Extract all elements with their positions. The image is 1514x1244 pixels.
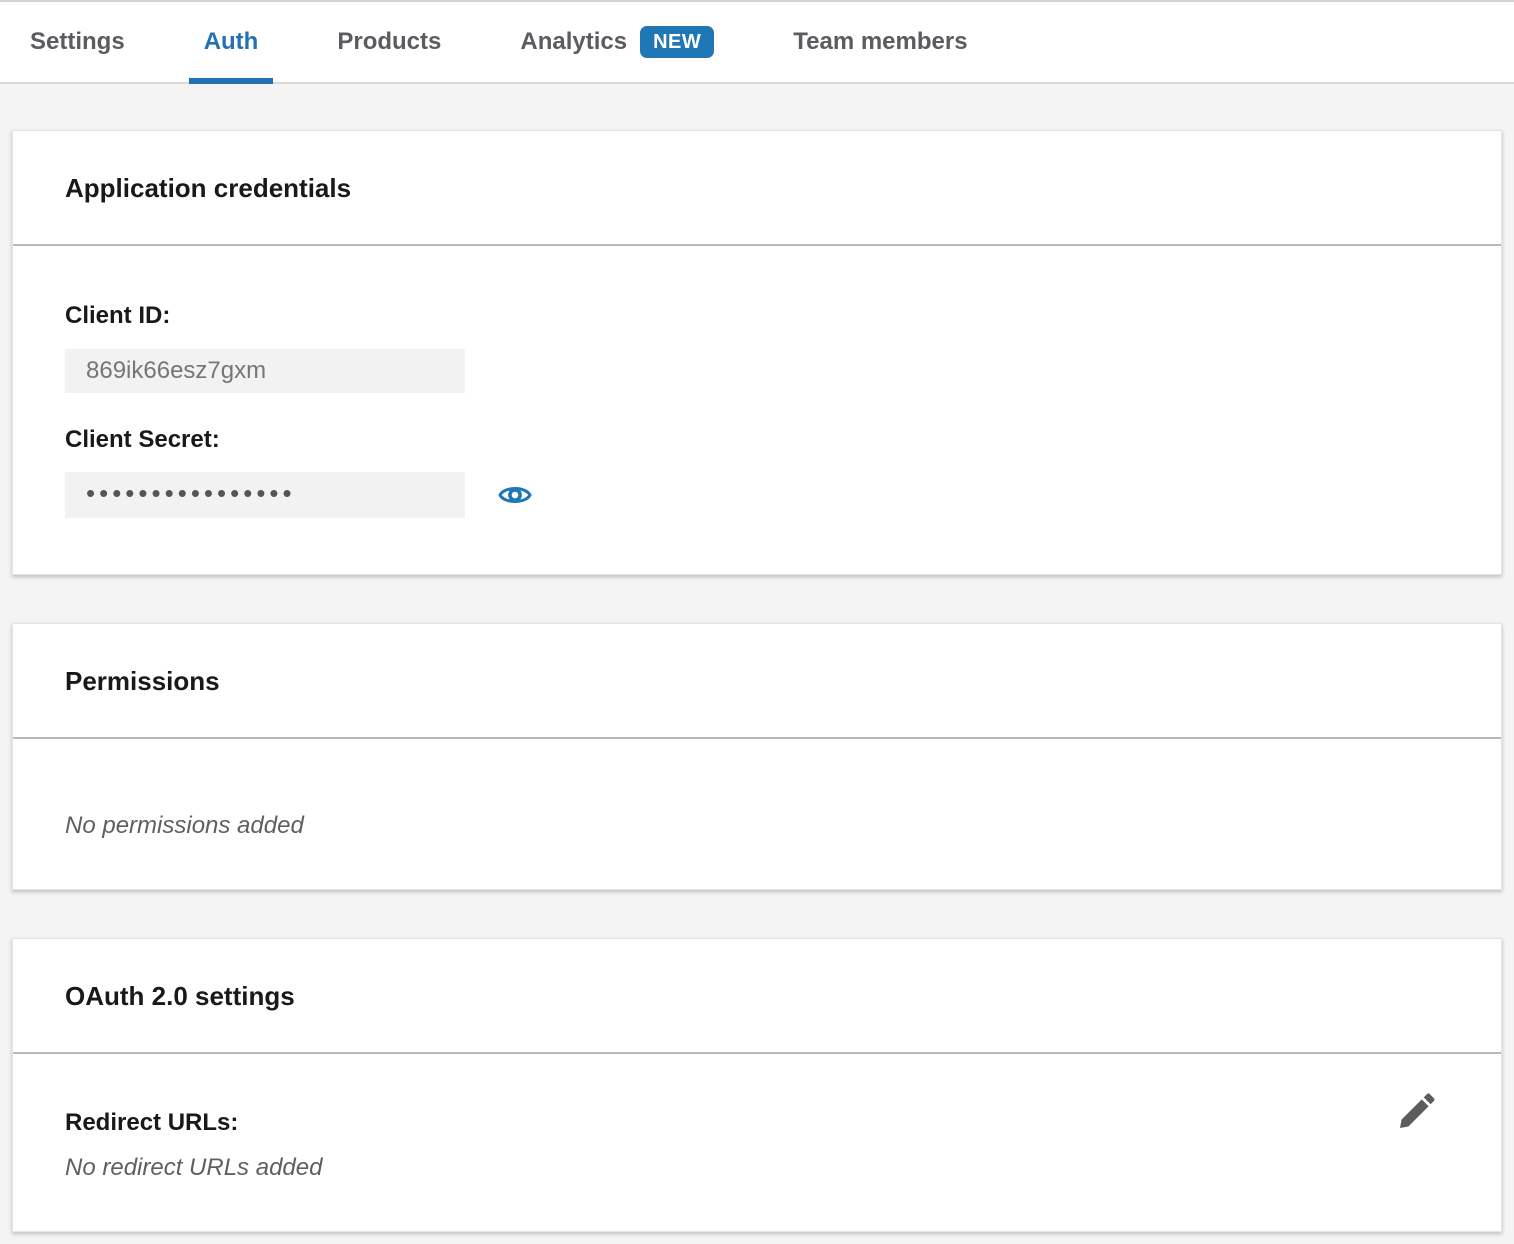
tab-team-members[interactable]: Team members xyxy=(778,2,982,82)
tab-analytics[interactable]: Analytics NEW xyxy=(505,2,729,82)
oauth-settings-title: OAuth 2.0 settings xyxy=(65,981,1449,1012)
redirect-urls-label: Redirect URLs: xyxy=(65,1109,1449,1137)
tab-auth[interactable]: Auth xyxy=(189,2,274,82)
permissions-body: No permissions added xyxy=(13,739,1501,889)
tab-bar: Settings Auth Products Analytics NEW Tea… xyxy=(0,0,1514,84)
edit-redirect-urls-button[interactable] xyxy=(1395,1087,1441,1133)
client-id-label: Client ID: xyxy=(65,302,1449,330)
client-secret-masked-dots: •••••••••••••••• xyxy=(86,480,296,506)
client-id-value: 869ik66esz7gxm xyxy=(65,349,465,393)
tab-analytics-label: Analytics xyxy=(520,28,627,56)
application-credentials-card: Application credentials Client ID: 869ik… xyxy=(12,130,1502,575)
reveal-secret-button[interactable] xyxy=(495,478,535,512)
no-redirect-urls-message: No redirect URLs added xyxy=(65,1153,1449,1183)
pencil-icon xyxy=(1396,1088,1440,1132)
permissions-title: Permissions xyxy=(65,666,1449,697)
client-secret-row: •••••••••••••••• xyxy=(65,472,1449,518)
permissions-header: Permissions xyxy=(13,624,1501,739)
permissions-card: Permissions No permissions added xyxy=(12,623,1502,890)
application-credentials-body: Client ID: 869ik66esz7gxm Client Secret:… xyxy=(13,246,1501,574)
tab-products[interactable]: Products xyxy=(322,2,456,82)
no-permissions-message: No permissions added xyxy=(65,811,1449,841)
application-credentials-header: Application credentials xyxy=(13,131,1501,246)
new-badge: NEW xyxy=(640,26,714,58)
application-credentials-title: Application credentials xyxy=(65,173,1449,204)
oauth-settings-card: OAuth 2.0 settings Redirect URLs: No red… xyxy=(12,938,1502,1232)
tab-settings[interactable]: Settings xyxy=(15,2,140,82)
oauth-settings-header: OAuth 2.0 settings xyxy=(13,939,1501,1054)
client-secret-label: Client Secret: xyxy=(65,426,1449,454)
eye-icon xyxy=(497,480,533,510)
client-secret-value: •••••••••••••••• xyxy=(65,472,465,518)
oauth-settings-body: Redirect URLs: No redirect URLs added xyxy=(13,1054,1501,1231)
